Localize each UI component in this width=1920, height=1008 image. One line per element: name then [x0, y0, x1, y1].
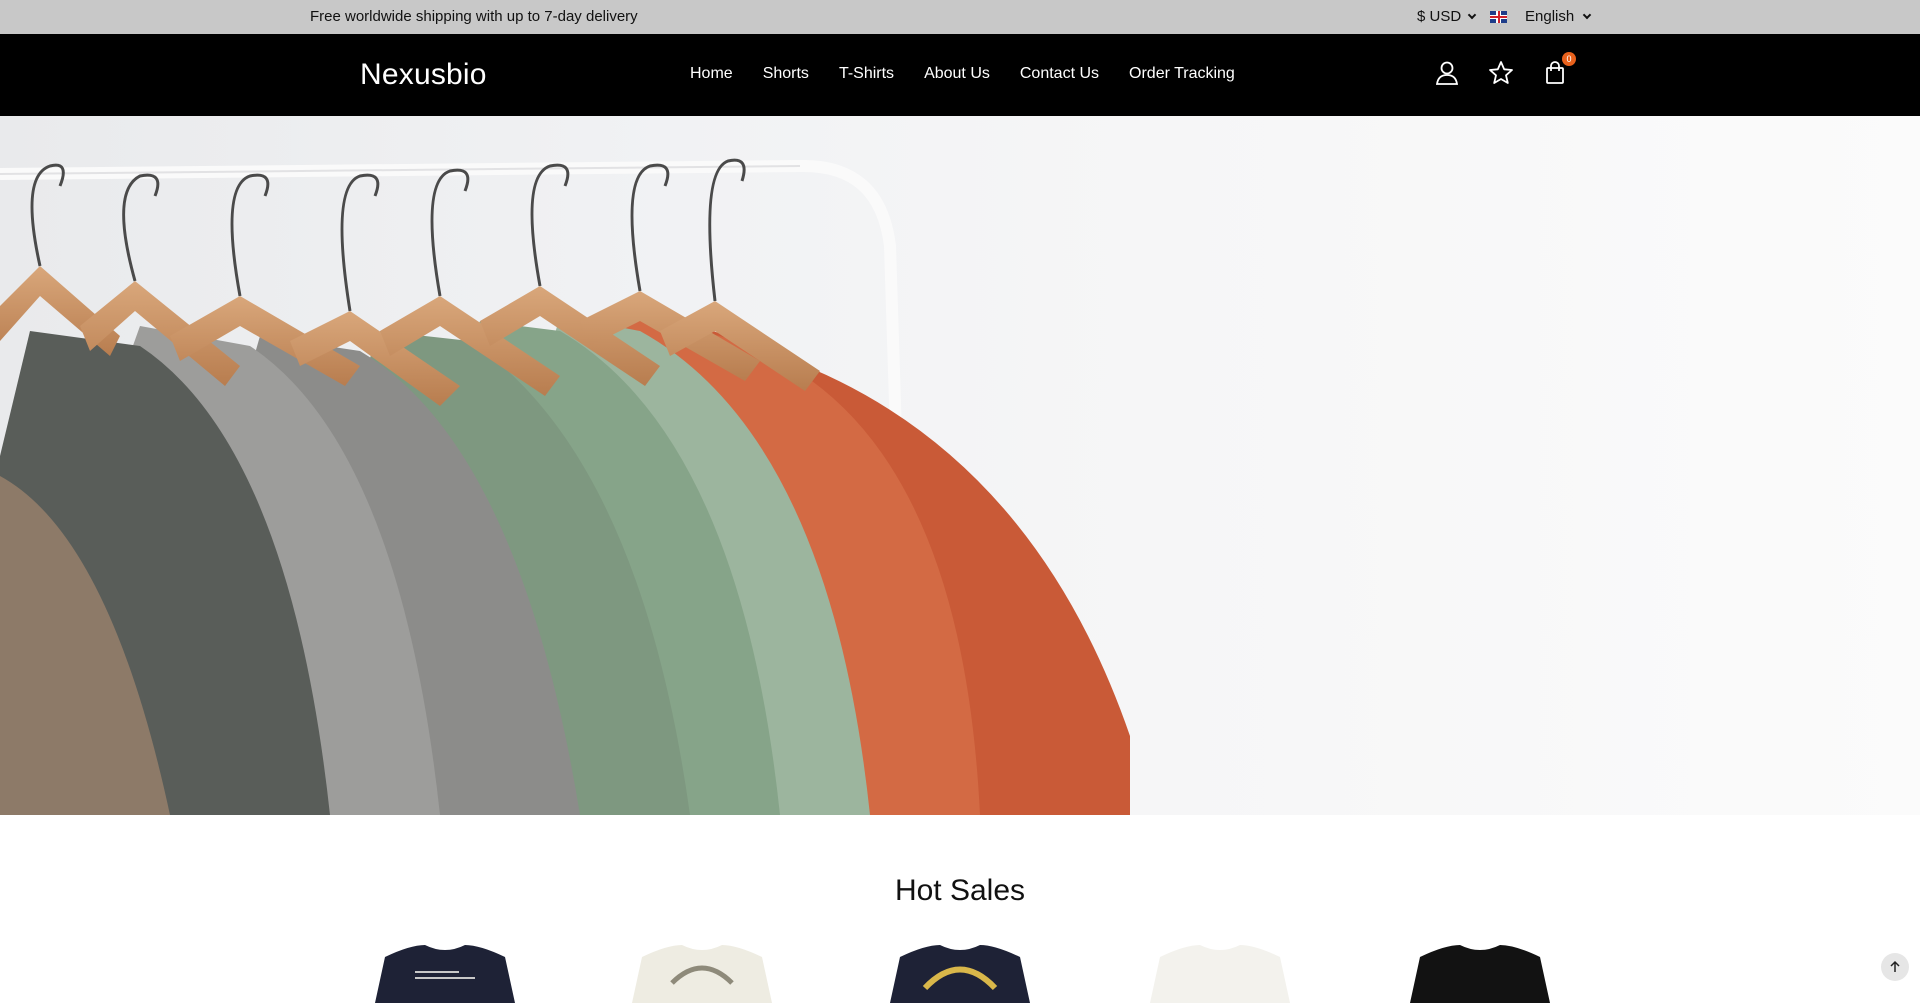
shipping-message: Free worldwide shipping with up to 7-day…	[310, 8, 638, 25]
product-image	[632, 945, 772, 1003]
product-card[interactable]	[622, 943, 782, 1003]
currency-selector[interactable]: $ USD	[1417, 8, 1477, 25]
nav-item-order-tracking[interactable]: Order Tracking	[1129, 65, 1235, 83]
wishlist-button[interactable]	[1488, 60, 1514, 86]
language-selector[interactable]: English	[1490, 8, 1592, 25]
product-image	[375, 945, 515, 1003]
header-actions: 0	[1434, 52, 1576, 86]
account-button[interactable]	[1434, 60, 1460, 86]
language-label: English	[1525, 8, 1575, 25]
nav-item-contact-us[interactable]: Contact Us	[1020, 65, 1099, 83]
product-image	[1410, 945, 1550, 1003]
hero-image	[0, 158, 1130, 815]
product-card[interactable]	[1140, 943, 1300, 1003]
product-image	[890, 945, 1030, 1003]
product-card[interactable]	[365, 943, 525, 1003]
product-card[interactable]	[1400, 943, 1560, 1003]
star-icon	[1489, 61, 1513, 84]
chevron-down-icon	[1582, 10, 1592, 19]
main-header: Nexusbio Home Shorts T-Shirts About Us C…	[0, 34, 1920, 116]
hot-sales-title: Hot Sales	[894, 874, 1026, 907]
product-card[interactable]	[880, 943, 1040, 1003]
nav-item-shorts[interactable]: Shorts	[763, 65, 809, 83]
currency-label: $ USD	[1417, 8, 1462, 25]
arrow-up-icon	[1890, 960, 1900, 972]
back-to-top-button[interactable]	[1881, 953, 1909, 981]
nav-item-home[interactable]: Home	[690, 65, 733, 83]
product-image	[1150, 945, 1290, 1003]
hot-sales-products	[0, 943, 1920, 1003]
nav-item-tshirts[interactable]: T-Shirts	[839, 65, 894, 83]
nav-item-about-us[interactable]: About Us	[924, 65, 990, 83]
announcement-bar: Free worldwide shipping with up to 7-day…	[0, 0, 1920, 34]
user-icon	[1435, 61, 1459, 85]
cart-button[interactable]: 0	[1542, 52, 1576, 86]
site-logo[interactable]: Nexusbio	[360, 58, 487, 92]
chevron-down-icon	[1467, 10, 1477, 19]
main-nav: Home Shorts T-Shirts About Us Contact Us…	[690, 65, 1235, 83]
uk-flag-icon	[1490, 10, 1507, 23]
cart-count-badge: 0	[1562, 52, 1576, 66]
hero-banner[interactable]	[0, 116, 1920, 815]
